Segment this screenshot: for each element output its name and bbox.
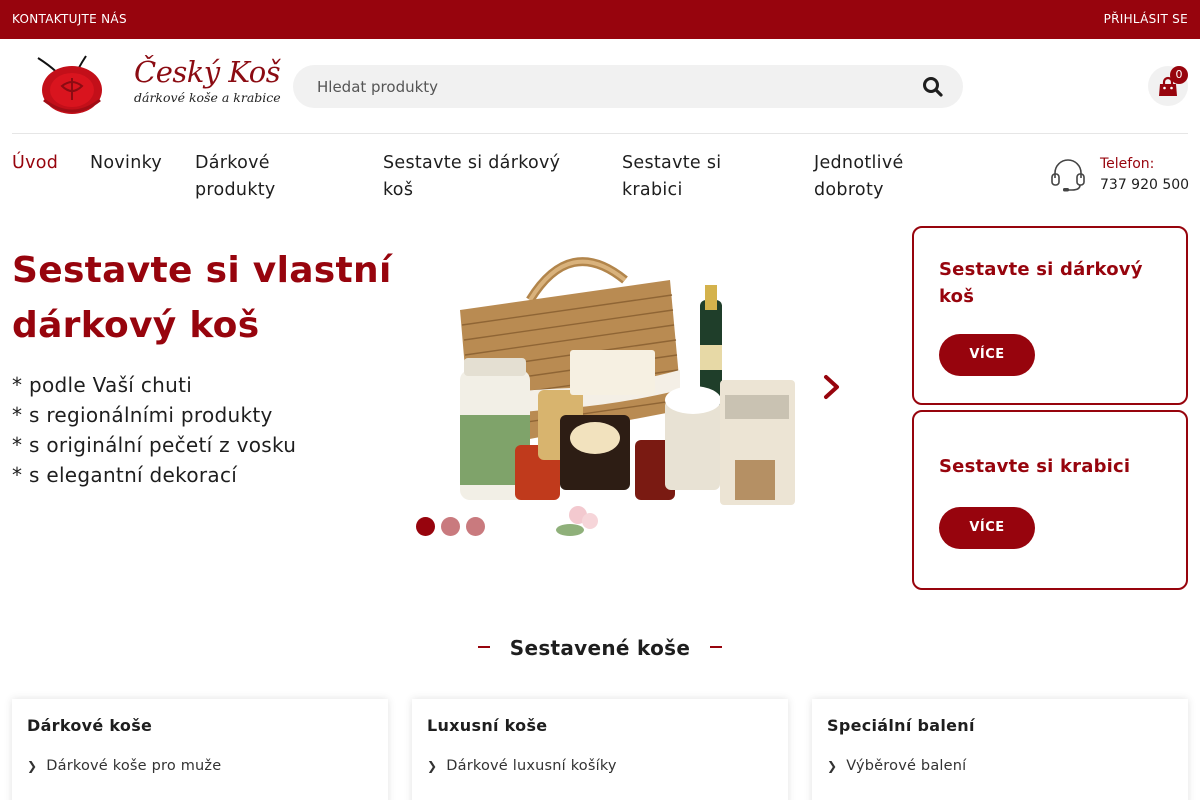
promo-more-button[interactable]: VÍCE xyxy=(939,507,1035,549)
hero-feature-line: * s originální pečetí z vosku xyxy=(12,433,297,457)
top-bar: KONTAKTUJTE NÁS PŘIHLÁSIT SE xyxy=(0,0,1200,39)
card-link[interactable]: ❯ Dárkové luxusní košíky xyxy=(427,758,617,774)
nav-jednotlive-dobroty[interactable]: Jednotlivé dobroty xyxy=(814,150,964,204)
category-card: Luxusní koše ❯ Dárkové luxusní košíky xyxy=(412,699,788,800)
gift-basket-image xyxy=(460,257,795,536)
chevron-right-icon: ❯ xyxy=(827,759,838,773)
cart-count-badge: 0 xyxy=(1170,66,1188,84)
login-link[interactable]: PŘIHLÁSIT SE xyxy=(1104,12,1188,26)
phone-contact[interactable]: Telefon: 737 920 500 xyxy=(1050,156,1190,198)
card-link[interactable]: ❯ Výběrové balení xyxy=(827,758,966,774)
headset-icon xyxy=(1051,159,1085,192)
contact-link[interactable]: KONTAKTUJTE NÁS xyxy=(12,12,127,26)
card-title: Luxusní koše xyxy=(427,716,548,735)
nav-sestavte-krabici[interactable]: Sestavte si krabici xyxy=(622,150,782,204)
card-link[interactable]: ❯ Dárkové koše pro muže xyxy=(27,758,221,774)
cart-button[interactable]: 0 xyxy=(1148,66,1188,106)
nav-darkove-produkty[interactable]: Dárkové produkty xyxy=(195,150,325,204)
card-title: Dárkové koše xyxy=(27,716,153,735)
promo-box-basket: Sestavte si dárkový koš VÍCE xyxy=(912,226,1188,405)
hero-title: Sestavte si vlastní dárkový koš xyxy=(12,250,392,346)
category-card: Speciální balení ❯ Výběrové balení xyxy=(812,699,1188,800)
logo-brand: Český Koš xyxy=(134,55,281,89)
wax-seal-icon xyxy=(37,55,102,114)
nav-novinky[interactable]: Novinky xyxy=(90,150,180,177)
site-logo[interactable]: Český Koš dárkové koše a krabice xyxy=(32,52,281,120)
search-bar xyxy=(293,65,963,108)
card-link-label: Dárkové koše pro muže xyxy=(46,758,222,774)
hero-feature-line: * s regionálními produkty xyxy=(12,403,273,427)
card-link-label: Výběrové balení xyxy=(846,758,967,774)
section-title: Sestavené koše xyxy=(509,636,691,660)
promo-title: Sestavte si dárkový koš xyxy=(939,259,1143,307)
hero-feature-line: * s elegantní dekorací xyxy=(12,463,238,487)
search-input[interactable] xyxy=(317,74,897,100)
promo-box-box: Sestavte si krabici VÍCE xyxy=(912,410,1188,590)
chevron-right-icon: ❯ xyxy=(27,759,38,773)
promo-more-button[interactable]: VÍCE xyxy=(939,334,1035,376)
chevron-right-icon: ❯ xyxy=(427,759,438,773)
nav-uvod[interactable]: Úvod xyxy=(12,150,82,177)
slider-dot[interactable] xyxy=(416,517,435,536)
slider-dot[interactable] xyxy=(441,517,460,536)
phone-label: Telefon: xyxy=(1100,156,1155,172)
phone-number[interactable]: 737 920 500 xyxy=(1100,177,1189,193)
nav-sestavte-kos[interactable]: Sestavte si dárkový koš xyxy=(383,150,593,204)
card-title: Speciální balení xyxy=(827,716,975,735)
card-link-label: Dárkové luxusní košíky xyxy=(446,758,617,774)
hero-features: * podle Vaší chuti * s regionálními prod… xyxy=(12,370,296,490)
promo-title: Sestavte si krabici xyxy=(939,456,1131,477)
search-icon[interactable] xyxy=(921,75,945,99)
category-card: Dárkové koše ❯ Dárkové koše pro muže xyxy=(12,699,388,800)
section-heading: Sestavené koše xyxy=(0,636,1200,660)
heading-dash xyxy=(710,645,723,648)
header-divider xyxy=(12,133,1188,134)
slider-dot[interactable] xyxy=(466,517,485,536)
hero-feature-line: * podle Vaší chuti xyxy=(12,373,193,397)
slider-next-icon[interactable] xyxy=(820,372,844,402)
heading-dash xyxy=(477,645,490,648)
logo-tagline: dárkové koše a krabice xyxy=(134,90,281,105)
